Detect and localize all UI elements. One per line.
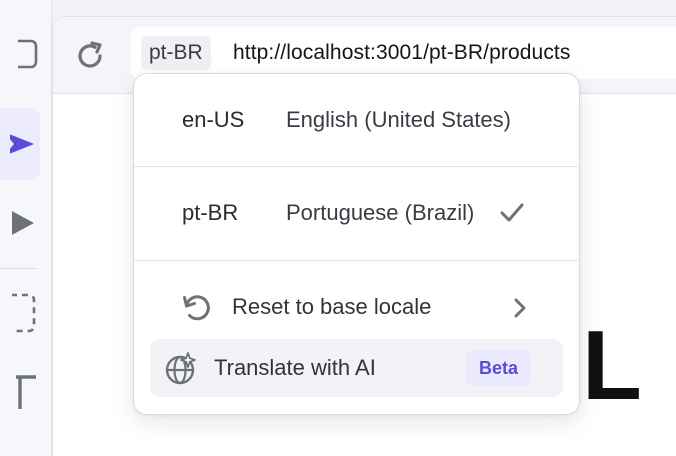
square-icon (18, 39, 38, 69)
tool-text[interactable] (0, 368, 40, 414)
globe-sparkle-icon (165, 352, 196, 385)
check-icon (500, 203, 524, 222)
tool-sidebar (0, 0, 52, 456)
translate-ai-button[interactable]: Translate with AI Beta (150, 339, 563, 397)
locale-name: English (United States) (286, 107, 511, 132)
menu-divider (134, 260, 579, 261)
url-text[interactable]: http://localhost:3001/pt-BR/products (233, 36, 570, 70)
locale-name: Portuguese (Brazil) (286, 200, 475, 225)
locale-menu: en-US English (United States) pt-BR Port… (133, 73, 580, 415)
reset-icon (183, 295, 210, 321)
text-icon (16, 375, 36, 409)
translate-ai-label: Translate with AI (214, 355, 376, 380)
reset-locale-button[interactable]: Reset to base locale (150, 278, 563, 336)
chevron-right-icon (514, 298, 526, 318)
locale-code: en-US (182, 107, 245, 132)
dashed-select-icon (12, 293, 36, 333)
tool-select[interactable] (0, 290, 40, 336)
toolbar-divider (0, 268, 38, 269)
locale-code: pt-BR (182, 200, 239, 225)
app-stage: pt-BR http://localhost:3001/pt-BR/produc… (0, 0, 676, 456)
address-bar[interactable]: pt-BR http://localhost:3001/pt-BR/produc… (131, 27, 676, 79)
pointer-icon (10, 134, 34, 154)
reload-button[interactable] (71, 37, 109, 75)
play-icon (12, 211, 34, 235)
tool-pointer[interactable] (0, 108, 40, 180)
reset-locale-label: Reset to base locale (232, 294, 432, 319)
reload-icon (78, 41, 102, 68)
locale-option-en-us[interactable]: en-US English (United States) (134, 74, 579, 166)
tool-square[interactable] (0, 34, 40, 74)
tool-play[interactable] (0, 200, 40, 246)
locale-option-pt-br[interactable]: pt-BR Portuguese (Brazil) (134, 167, 579, 259)
locale-switcher-button[interactable]: pt-BR (141, 36, 211, 70)
beta-badge: Beta (466, 350, 532, 386)
page-heading: L (582, 310, 642, 420)
